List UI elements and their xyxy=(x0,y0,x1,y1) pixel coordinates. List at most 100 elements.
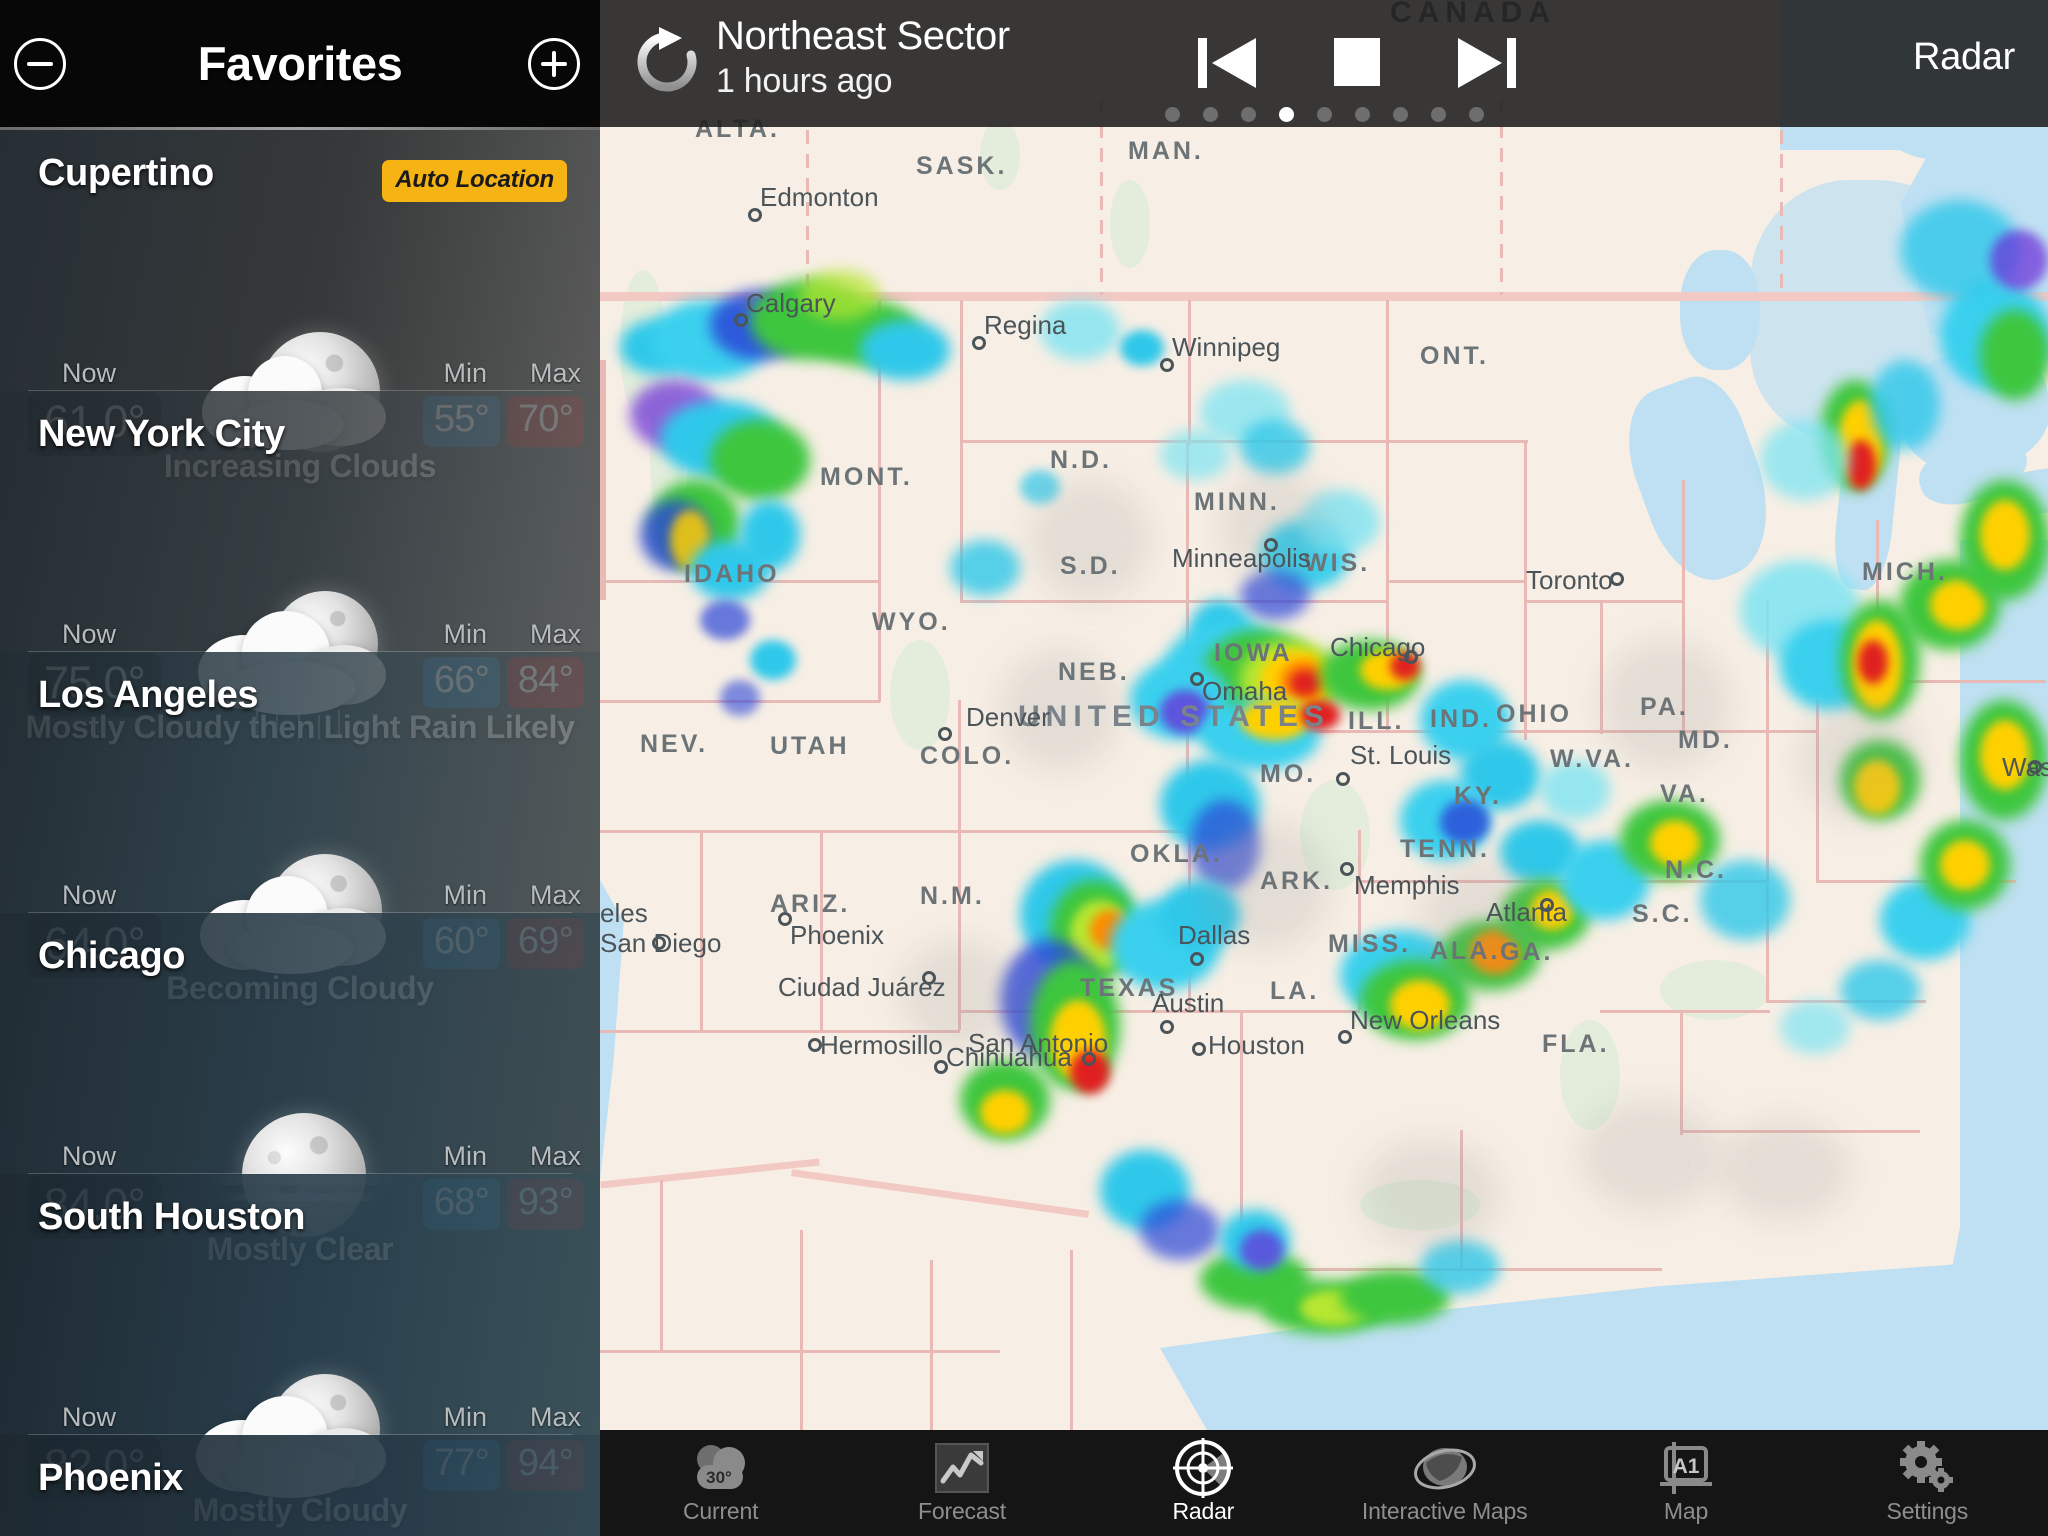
map-label-pa: PA. xyxy=(1640,693,1689,721)
city-name: Los Angeles xyxy=(38,674,259,716)
line-chart-icon xyxy=(933,1441,991,1495)
tab-current[interactable]: 30° Current xyxy=(600,1430,841,1536)
city-name: Phoenix xyxy=(38,1457,184,1499)
map-sector-title: Northeast Sector xyxy=(716,14,1010,58)
map-label-man: MAN. xyxy=(1128,137,1204,165)
now-label: Now xyxy=(62,619,117,649)
map-label-wyo: WYO. xyxy=(872,608,951,636)
map-label-md: MD. xyxy=(1678,726,1733,754)
map-label-ind: IND. xyxy=(1430,705,1492,733)
favorites-sidebar: Favorites Cupertino Auto Location Now 61… xyxy=(0,0,600,1536)
map-label-wis: WIS. xyxy=(1304,549,1371,577)
weather-app-window: Favorites Cupertino Auto Location Now 61… xyxy=(0,0,2048,1536)
map-city-omaha: Omaha xyxy=(1202,676,1288,706)
max-label: Max xyxy=(529,619,581,649)
map-label-okla: OKLA. xyxy=(1130,840,1223,868)
map-layer-label[interactable]: Radar xyxy=(1913,36,2015,79)
now-label: Now xyxy=(62,358,117,388)
map-city-los-angeles: eles xyxy=(600,898,648,928)
stop-square-icon[interactable] xyxy=(1322,28,1392,103)
map-label-ala: ALA. xyxy=(1430,937,1501,965)
map-label-idaho: IDAHO xyxy=(684,560,780,588)
plus-circle-icon[interactable] xyxy=(528,38,580,90)
page-dot[interactable] xyxy=(1468,107,1484,122)
city-name: New York City xyxy=(38,413,285,455)
minus-circle-icon[interactable] xyxy=(14,38,66,90)
radar-map-canvas[interactable]: CANADA UNITED STATES ALTA. SASK. MAN. ON… xyxy=(600,0,2048,1536)
tab-label: Interactive Maps xyxy=(1361,1498,1528,1524)
min-label: Min xyxy=(443,1402,487,1432)
page-dot[interactable] xyxy=(1164,107,1180,122)
list-item[interactable]: Cupertino Auto Location Now 61.0° Min Ma… xyxy=(0,130,600,484)
page-dot[interactable] xyxy=(1354,107,1370,122)
now-label: Now xyxy=(62,1402,117,1432)
tab-label: Map xyxy=(1663,1498,1709,1524)
map-label-ga: GA. xyxy=(1500,938,1554,966)
map-label-nev: NEV. xyxy=(640,730,709,758)
map-city-new-orleans: New Orleans xyxy=(1350,1005,1501,1035)
map-city-edmonton: Edmonton xyxy=(760,182,879,212)
map-timestamp: 1 hours ago xyxy=(716,62,893,100)
skip-next-icon[interactable] xyxy=(1452,28,1522,103)
tab-label: Forecast xyxy=(918,1498,1006,1524)
map-city-winnipeg: Winnipeg xyxy=(1172,332,1281,362)
auto-location-badge: Auto Location xyxy=(382,160,567,202)
map-city-phoenix: Phoenix xyxy=(790,920,884,950)
map-label-ark: ARK. xyxy=(1260,867,1334,895)
page-dot[interactable] xyxy=(1430,107,1446,122)
map-label-mont: MONT. xyxy=(820,463,913,491)
map-city-atlanta: Atlanta xyxy=(1486,897,1567,927)
page-dot-active[interactable] xyxy=(1278,107,1294,122)
map-city-memphis: Memphis xyxy=(1354,870,1460,900)
radar-target-icon xyxy=(1173,1438,1234,1498)
page-dot[interactable] xyxy=(1240,107,1256,122)
map-label-va: VA. xyxy=(1660,780,1709,808)
map-label-sask: SASK. xyxy=(916,152,1008,180)
map-city-denver: Denver xyxy=(966,702,1050,732)
page-dot[interactable] xyxy=(1316,107,1332,122)
map-label-ont: ONT. xyxy=(1420,342,1489,370)
list-item[interactable]: Los Angeles Now 64.0° Min Max 60° 69° Be… xyxy=(0,652,600,1006)
tab-radar[interactable]: Radar xyxy=(1083,1430,1324,1536)
frame-page-dots[interactable] xyxy=(600,107,2048,122)
max-label: Max xyxy=(529,358,581,388)
list-item[interactable]: Chicago Now 84.0° Min Max 68° 93° Mostly… xyxy=(0,913,600,1267)
list-item[interactable]: Phoenix xyxy=(0,1435,600,1536)
map-label-ky: KY. xyxy=(1454,782,1502,810)
max-label: Max xyxy=(529,880,581,910)
favorites-list[interactable]: Cupertino Auto Location Now 61.0° Min Ma… xyxy=(0,130,600,1536)
map-label-neb: NEB. xyxy=(1058,658,1130,686)
map-city-toronto: Toronto xyxy=(1526,565,1613,595)
min-label: Min xyxy=(443,619,487,649)
radar-map-pane[interactable]: CANADA UNITED STATES ALTA. SASK. MAN. ON… xyxy=(600,0,2048,1536)
tab-forecast[interactable]: Forecast xyxy=(841,1430,1082,1536)
map-city-dallas: Dallas xyxy=(1178,920,1251,950)
list-item[interactable]: South Houston Now 82.0° Min Max 77° 94° … xyxy=(0,1174,600,1528)
map-city-regina: Regina xyxy=(984,310,1067,340)
map-city-calgary: Calgary xyxy=(746,288,836,318)
now-label: Now xyxy=(62,1141,117,1171)
cloud-temperature-icon: 30° xyxy=(685,1441,757,1495)
list-item[interactable]: New York City Now 75.0° Min Max xyxy=(0,391,600,745)
skip-previous-icon[interactable] xyxy=(1192,28,1262,103)
page-dot[interactable] xyxy=(1392,107,1408,122)
map-city-washington: Was xyxy=(2002,752,2048,782)
svg-text:30°: 30° xyxy=(706,1468,732,1487)
map-city-st-louis: St. Louis xyxy=(1350,740,1452,770)
page-title: Favorites xyxy=(197,37,403,90)
bottom-tab-bar[interactable]: 30° Current Forecast Radar Interactive M… xyxy=(600,1430,2048,1536)
map-a1-icon: A1 xyxy=(1656,1441,1716,1495)
tab-map[interactable]: A1 Map xyxy=(1565,1430,1806,1536)
map-label-mich: MICH. xyxy=(1862,558,1948,586)
svg-text:A1: A1 xyxy=(1673,1455,1700,1478)
map-label-sd: S.D. xyxy=(1060,552,1121,580)
map-label-sc: S.C. xyxy=(1632,900,1693,928)
tab-label: Settings xyxy=(1886,1498,1969,1524)
tab-settings[interactable]: Settings xyxy=(1807,1430,2048,1536)
map-city-chihuahua: Chihuahua xyxy=(946,1042,1072,1072)
page-dot[interactable] xyxy=(1202,107,1218,122)
globe-maps-icon xyxy=(1412,1441,1478,1495)
map-label-miss: MISS. xyxy=(1328,930,1412,958)
refresh-arrow-icon[interactable] xyxy=(632,25,702,99)
tab-interactive-maps[interactable]: Interactive Maps xyxy=(1324,1430,1565,1536)
